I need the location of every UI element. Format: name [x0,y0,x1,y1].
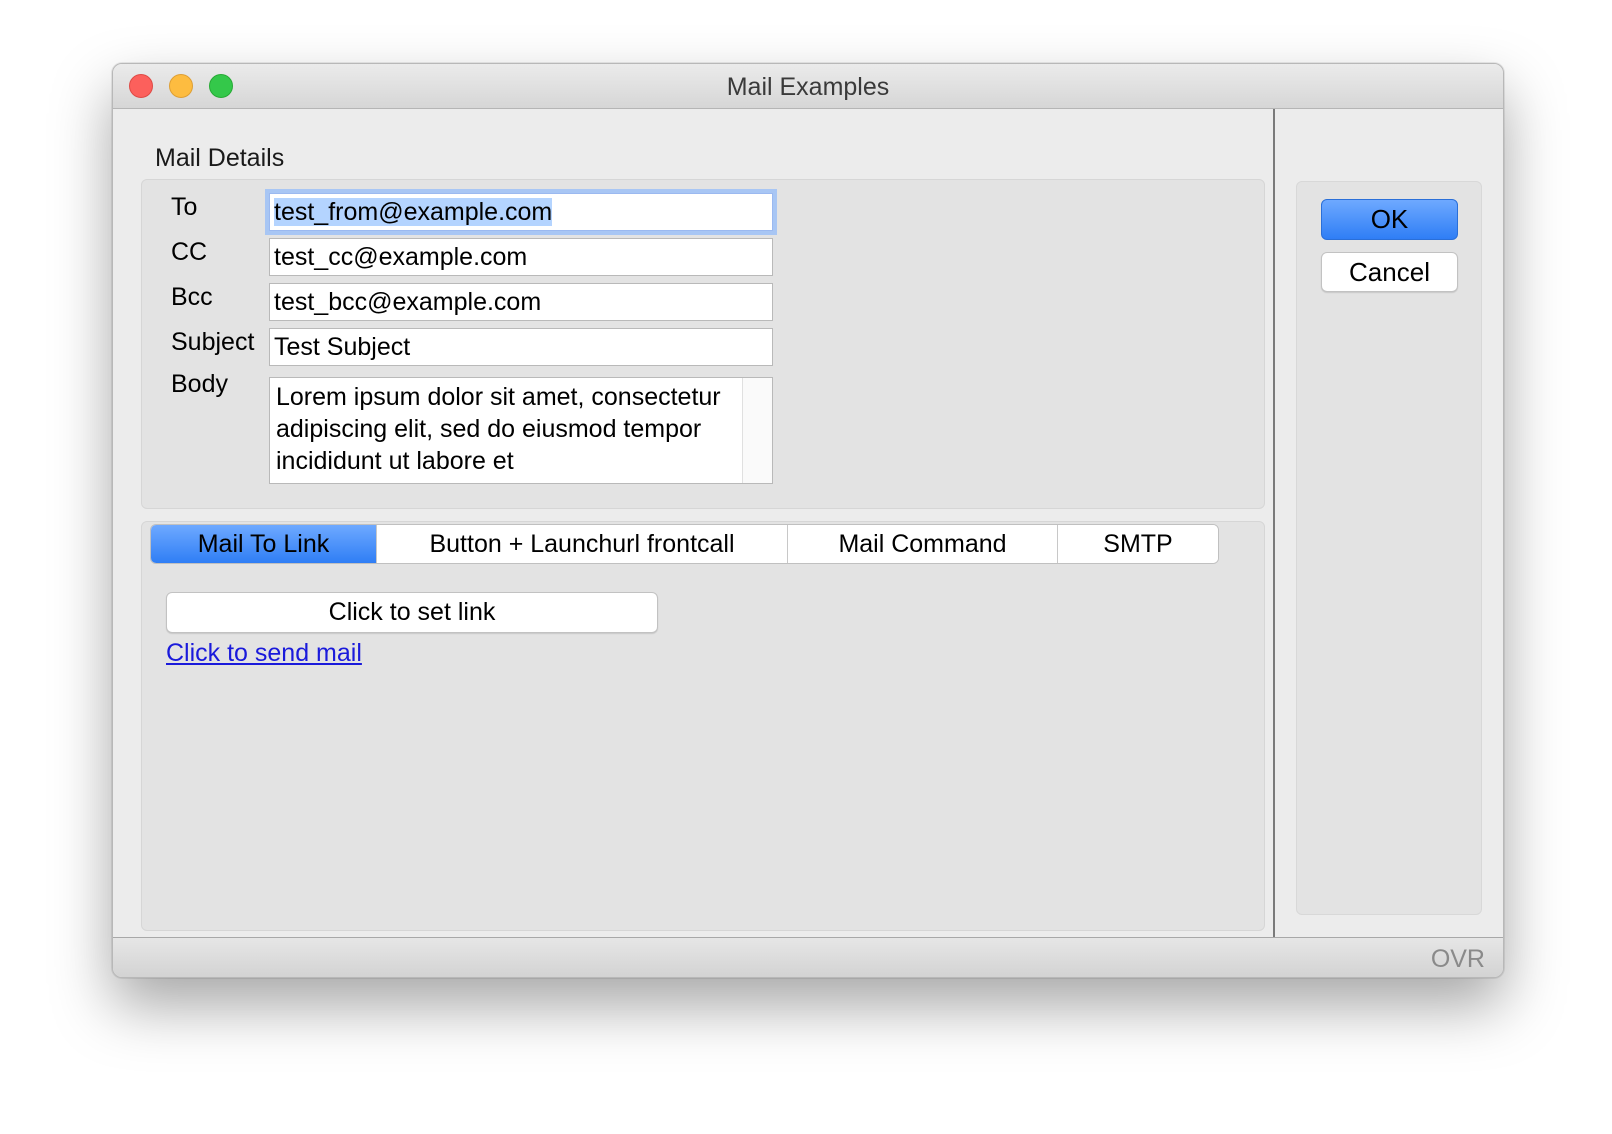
to-field-value: test_from@example.com [274,198,553,226]
panel-divider [1273,109,1275,937]
bcc-label: Bcc [171,283,213,311]
tab-bar: Mail To Link Button + Launchurl frontcal… [150,524,1219,564]
cc-label: CC [171,238,208,266]
body-scrollbar[interactable] [742,378,772,483]
mail-details-group: To test_from@example.com CC test_cc@exam… [141,179,1265,509]
to-field[interactable]: test_from@example.com [269,193,773,231]
subject-label: Subject [171,328,255,356]
cancel-button[interactable]: Cancel [1321,252,1458,292]
mail-examples-window: Mail Examples Mail Details To test_from@… [112,63,1504,978]
status-bar: OVR [113,937,1503,977]
bcc-field[interactable]: test_bcc@example.com [269,283,773,321]
tab-button-launchurl-frontcall[interactable]: Button + Launchurl frontcall [377,525,788,563]
set-link-button[interactable]: Click to set link [166,592,658,633]
body-textarea[interactable]: Lorem ipsum dolor sit amet, consectetur … [269,377,773,484]
subject-field[interactable]: Test Subject [269,328,773,366]
tab-mail-to-link[interactable]: Mail To Link [151,525,377,563]
body-label: Body [171,370,228,398]
window-title: Mail Examples [726,73,890,101]
cc-field[interactable]: test_cc@example.com [269,238,773,276]
tab-panel [141,521,1265,931]
main-area: Mail Details To test_from@example.com CC… [113,109,1273,937]
to-label: To [171,193,198,221]
tab-mail-command[interactable]: Mail Command [788,525,1058,563]
body-text: Lorem ipsum dolor sit amet, consectetur … [276,383,721,475]
overwrite-mode-indicator: OVR [1430,945,1485,973]
mail-details-title: Mail Details [155,144,285,172]
action-panel: OK Cancel [1296,181,1482,915]
ok-button[interactable]: OK [1321,199,1458,240]
title-bar: Mail Examples [113,64,1503,109]
send-mail-link[interactable]: Click to send mail [166,639,362,668]
tab-smtp[interactable]: SMTP [1058,525,1218,563]
